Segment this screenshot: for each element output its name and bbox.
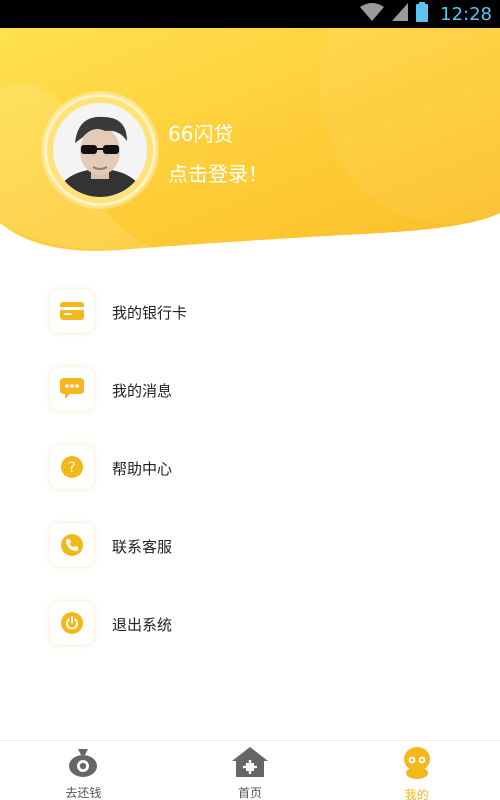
nav-label: 去还钱 bbox=[65, 786, 102, 800]
profile-icon bbox=[402, 747, 432, 783]
menu-label: 退出系统 bbox=[112, 616, 173, 634]
menu-item-customer-service[interactable]: 联系客服 bbox=[0, 506, 500, 584]
menu-label: 我的消息 bbox=[112, 382, 173, 400]
status-time: 12:28 bbox=[440, 3, 492, 25]
bottom-nav: 去还钱 首页 我的 bbox=[0, 740, 500, 800]
battery-icon bbox=[416, 2, 429, 26]
svg-text:?: ? bbox=[68, 460, 75, 476]
menu-item-bank-card[interactable]: 我的银行卡 bbox=[0, 272, 500, 350]
menu-item-messages[interactable]: 我的消息 bbox=[0, 350, 500, 428]
avatar-image bbox=[53, 103, 147, 197]
wifi-icon bbox=[360, 3, 385, 25]
message-icon bbox=[50, 367, 94, 411]
status-bar: 12:28 bbox=[0, 0, 500, 28]
help-icon: ? bbox=[50, 445, 94, 489]
nav-item-mine[interactable]: 我的 bbox=[333, 741, 500, 800]
menu-label: 联系客服 bbox=[112, 538, 173, 556]
nav-label: 我的 bbox=[404, 788, 429, 800]
menu-label: 帮助中心 bbox=[112, 460, 173, 478]
phone-icon bbox=[50, 523, 94, 567]
avatar[interactable] bbox=[44, 94, 156, 206]
nav-label: 首页 bbox=[238, 786, 263, 800]
menu-item-logout[interactable]: 退出系统 bbox=[0, 584, 500, 662]
money-bag-icon bbox=[67, 747, 99, 781]
power-icon bbox=[50, 601, 94, 645]
login-link[interactable]: 点击登录！ bbox=[168, 158, 268, 187]
signal-icon bbox=[392, 3, 409, 25]
menu-item-help-center[interactable]: ? 帮助中心 bbox=[0, 428, 500, 506]
bank-card-icon bbox=[50, 289, 94, 333]
app-name: 66闪贷 bbox=[168, 122, 234, 146]
nav-item-repay[interactable]: 去还钱 bbox=[0, 741, 167, 800]
menu-label: 我的银行卡 bbox=[112, 304, 188, 322]
home-icon bbox=[232, 747, 268, 781]
nav-item-home[interactable]: 首页 bbox=[167, 741, 334, 800]
profile-header: 66闪贷 点击登录！ bbox=[0, 28, 500, 263]
